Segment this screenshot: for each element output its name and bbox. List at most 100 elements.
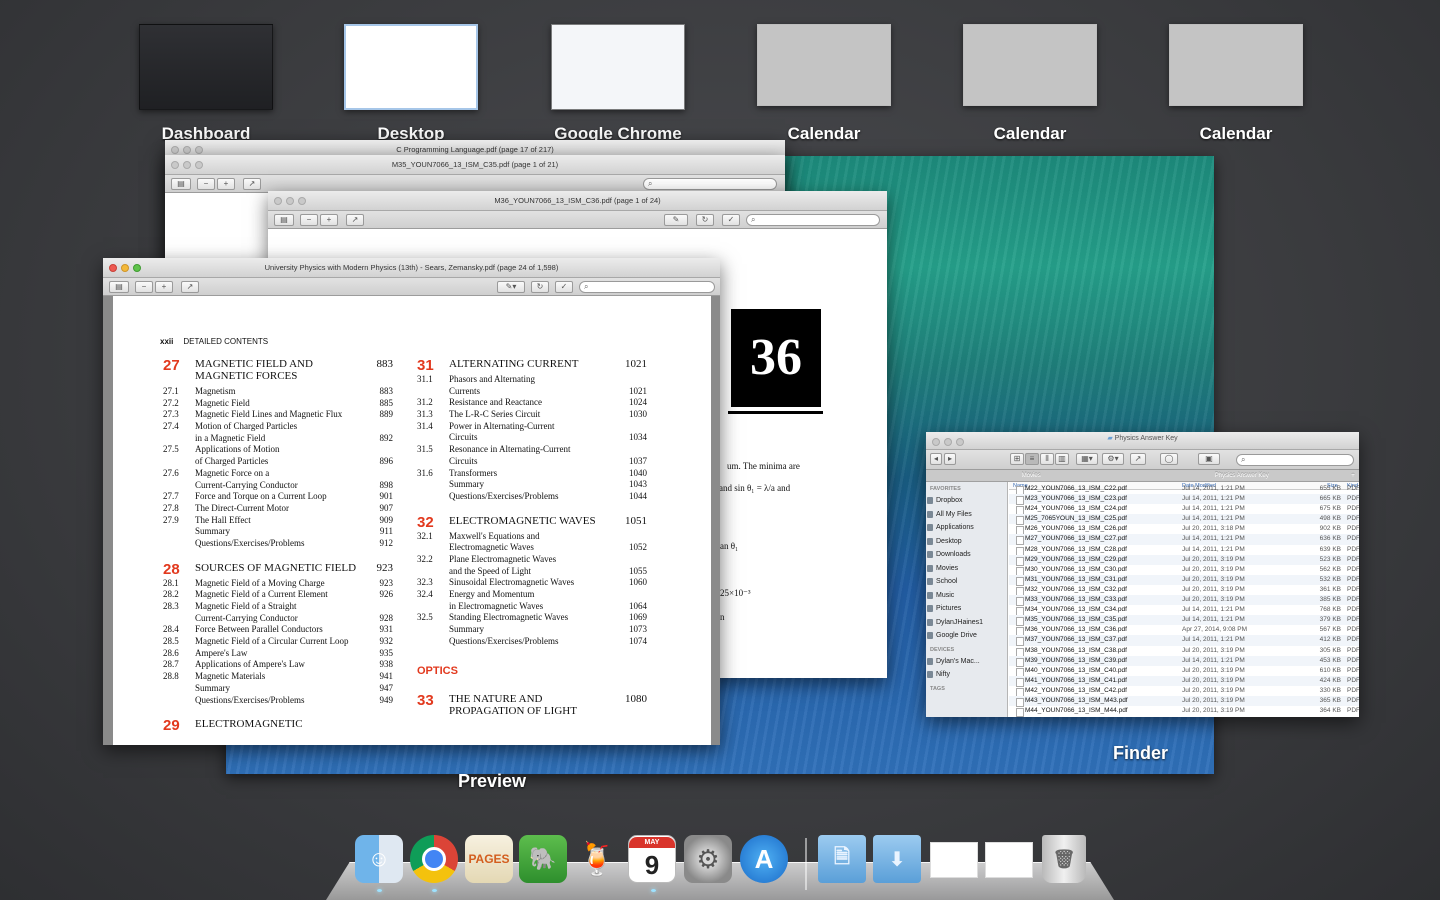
pages-dock-icon[interactable]: PAGES	[465, 835, 513, 883]
toc-section[interactable]: 28.5 Magnetic Field of a Circular Current…	[163, 636, 393, 648]
file-row[interactable]: M32_YOUN7066_13_ISM_C32.pdf Jul 20, 2011,…	[1009, 585, 1359, 597]
toc-section[interactable]: Electromagnetic Waves 1052	[417, 542, 647, 554]
sidebar-toggle-button[interactable]: ▤	[171, 178, 191, 190]
tab-movies[interactable]: Movies	[926, 470, 1137, 481]
column-view-button[interactable]: ⫴	[1040, 453, 1054, 465]
toc-section[interactable]: and the Speed of Light 1055	[417, 566, 647, 578]
space-google-chrome[interactable]: Google Chrome	[551, 24, 685, 143]
action-gear-button[interactable]: ⚙▾	[1102, 453, 1124, 465]
file-row[interactable]: M22_YOUN7066_13_ISM_C22.pdf Jul 14, 2011,…	[1009, 484, 1359, 496]
trash-dock-icon[interactable]: 🗑	[1042, 835, 1086, 883]
toc-section[interactable]: 31.5 Resonance in Alternating-Current	[417, 444, 647, 456]
arrange-button[interactable]: ▦▾	[1076, 453, 1098, 465]
sidebar-item[interactable]: Google Drive	[926, 629, 1007, 643]
close-icon[interactable]	[109, 264, 117, 272]
minimize-icon[interactable]	[121, 264, 129, 272]
pdf-viewer[interactable]: xxii DETAILED CONTENTS 27 MAGNETIC FIELD A…	[103, 296, 720, 745]
toc-section[interactable]: Current-Carrying Conductor 928	[163, 613, 393, 625]
toc-section[interactable]: 28.2 Magnetic Field of a Current Element 9…	[163, 589, 393, 601]
back-button[interactable]: ◂	[930, 453, 942, 465]
file-row[interactable]: M28_YOUN7066_13_ISM_C28.pdf Jul 14, 2011,…	[1009, 545, 1359, 556]
file-row[interactable]: M42_YOUN7066_13_ISM_C42.pdf Jul 20, 2011,…	[1009, 686, 1359, 697]
toc-section[interactable]: 27.2 Magnetic Field 885	[163, 398, 393, 410]
zoom-out-button[interactable]: −	[135, 281, 153, 293]
toc-section[interactable]: 32.1 Maxwell's Equations and	[417, 531, 647, 543]
sidebar-item[interactable]: All My Files	[926, 508, 1007, 522]
file-row[interactable]: M33_YOUN7066_13_ISM_C33.pdf Jul 20, 2011,…	[1009, 595, 1359, 607]
share-button[interactable]: ↗	[181, 281, 199, 293]
tags-button[interactable]: ◯	[1160, 453, 1178, 465]
rotate-button[interactable]: ↻	[531, 281, 549, 293]
sidebar-toggle-button[interactable]: ▤	[274, 214, 294, 226]
space-calendar-1[interactable]: Calendar	[757, 24, 891, 143]
file-row[interactable]: M44_YOUN7066_13_ISM_M44.pdf Jul 20, 2011,…	[1009, 706, 1359, 717]
finder-window[interactable]: ▰ Physics Answer Key ◂ ▸ ⊞ ≡ ⫴ ▥ ▦▾ ⚙▾ ↗…	[926, 432, 1359, 717]
toc-section[interactable]: in Electromagnetic Waves 1064	[417, 601, 647, 613]
calendar-dock-icon[interactable]: MAY 9	[628, 835, 676, 883]
zoom-icon[interactable]	[133, 264, 141, 272]
file-row[interactable]: M40_YOUN7066_13_ISM_C40.pdf Jul 20, 2011,…	[1009, 666, 1359, 677]
file-row[interactable]: M29_YOUN7066_13_ISM_C29.pdf Jul 20, 2011,…	[1009, 554, 1359, 566]
minimized-window-thumbnail[interactable]	[930, 842, 978, 878]
toc-section[interactable]: Questions/Exercises/Problems 1074	[417, 636, 647, 648]
search-field[interactable]: ⌕	[1236, 454, 1354, 466]
file-row[interactable]: M36_YOUN7066_13_ISM_C36.pdf Apr 27, 2014,…	[1009, 625, 1359, 637]
toc-section[interactable]: 28.6 Ampere's Law 935	[163, 648, 393, 660]
file-row[interactable]: M43_YOUN7066_13_ISM_M43.pdf Jul 20, 2011,…	[1009, 695, 1359, 708]
forward-button[interactable]: ▸	[944, 453, 956, 465]
annotate-button[interactable]: ✎	[664, 214, 688, 226]
file-row[interactable]: M30_YOUN7066_13_ISM_C30.pdf Jul 20, 2011,…	[1009, 565, 1359, 576]
toc-section[interactable]: 27.6 Magnetic Force on a	[163, 468, 393, 480]
preview-window-university-physics[interactable]: University Physics with Modern Physics (…	[103, 258, 720, 745]
toc-section[interactable]: Questions/Exercises/Problems 949	[163, 695, 393, 707]
finder-dock-icon[interactable]: ☺	[355, 835, 403, 883]
space-calendar-3[interactable]: Calendar	[1169, 24, 1303, 143]
share-button[interactable]: ↗	[346, 214, 364, 226]
space-calendar-2[interactable]: Calendar	[963, 24, 1097, 143]
sidebar-item[interactable]: School	[926, 575, 1007, 589]
list-view-button[interactable]: ≡	[1025, 453, 1039, 465]
file-row[interactable]: M37_YOUN7066_13_ISM_C37.pdf Jul 14, 2011,…	[1009, 635, 1359, 647]
minimized-window-thumbnail[interactable]	[985, 842, 1033, 878]
toc-section[interactable]: 27.4 Motion of Charged Particles	[163, 421, 393, 433]
toc-section[interactable]: 31.4 Power in Alternating-Current	[417, 421, 647, 433]
toc-section[interactable]: Summary 911	[163, 526, 393, 538]
dropbox-button[interactable]: ▣	[1198, 453, 1220, 465]
share-button[interactable]: ↗	[243, 178, 261, 190]
toc-section[interactable]: Summary 947	[163, 683, 393, 695]
file-row[interactable]: M27_YOUN7066_13_ISM_C27.pdf Jul 14, 2011,…	[1009, 534, 1359, 546]
toc-section[interactable]: 27.9 The Hall Effect 909	[163, 515, 393, 527]
toc-section[interactable]: 28.7 Applications of Ampere's Law 938	[163, 659, 393, 671]
toc-section[interactable]: Summary 1043	[417, 479, 647, 491]
toc-section[interactable]: 32.3 Sinusoidal Electromagnetic Waves 1060	[417, 577, 647, 589]
toc-section[interactable]: 31.1 Phasors and Alternating	[417, 374, 647, 386]
toc-section[interactable]: of Charged Particles 896	[163, 456, 393, 468]
sidebar-item[interactable]: Applications	[926, 521, 1007, 535]
search-field[interactable]: ⌕	[746, 214, 880, 226]
toc-section[interactable]: 27.7 Force and Torque on a Current Loop 90…	[163, 491, 393, 503]
file-row[interactable]: M25_7065YOUN_13_ISM_C25.pdf Jul 14, 2011,…	[1009, 514, 1359, 526]
toc-section[interactable]: 27.3 Magnetic Field Lines and Magnetic Fl…	[163, 409, 393, 421]
markup-button[interactable]: ✓	[722, 214, 740, 226]
file-row[interactable]: M23_YOUN7066_13_ISM_C23.pdf Jul 14, 2011,…	[1009, 494, 1359, 506]
cocktail-dock-icon[interactable]: 🍹	[573, 835, 621, 883]
sidebar-item[interactable]: Movies	[926, 562, 1007, 576]
toc-section[interactable]: Currents 1021	[417, 386, 647, 398]
sidebar-item[interactable]: Music	[926, 589, 1007, 603]
downloads-folder-dock-icon[interactable]: ⬇	[873, 835, 921, 883]
search-field[interactable]: ⌕	[579, 281, 715, 293]
file-row[interactable]: M38_YOUN7066_13_ISM_C38.pdf Jul 20, 2011,…	[1009, 646, 1359, 657]
sidebar-device[interactable]: Dylan's Mac...	[926, 655, 1007, 669]
chrome-dock-icon[interactable]	[410, 835, 458, 883]
toc-section[interactable]: 31.3 The L-R-C Series Circuit 1030	[417, 409, 647, 421]
search-field[interactable]: ⌕	[643, 178, 777, 190]
sidebar-item[interactable]: Downloads	[926, 548, 1007, 562]
annotate-button[interactable]: ✎▾	[497, 281, 525, 293]
toc-section[interactable]: 32.2 Plane Electromagnetic Waves	[417, 554, 647, 566]
toc-section[interactable]: in a Magnetic Field 892	[163, 433, 393, 445]
documents-folder-dock-icon[interactable]: 🗎	[818, 835, 866, 883]
zoom-out-button[interactable]: −	[197, 178, 215, 190]
evernote-dock-icon[interactable]: 🐘	[519, 835, 567, 883]
zoom-in-button[interactable]: +	[217, 178, 235, 190]
file-row[interactable]: M31_YOUN7066_13_ISM_C31.pdf Jul 20, 2011,…	[1009, 574, 1359, 586]
